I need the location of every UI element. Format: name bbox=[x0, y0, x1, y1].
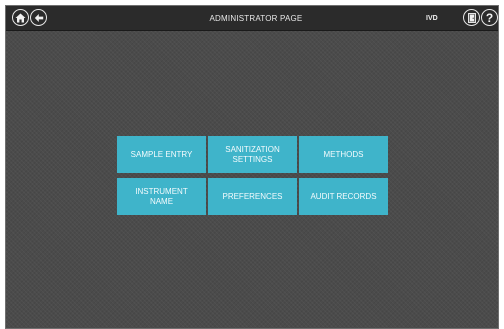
preferences-button[interactable]: PREFERENCES bbox=[208, 178, 297, 215]
home-button[interactable] bbox=[12, 9, 29, 26]
logout-button[interactable] bbox=[463, 9, 480, 26]
audit-records-label: AUDIT RECORDS bbox=[310, 191, 377, 201]
audit-records-button[interactable]: AUDIT RECORDS bbox=[299, 178, 388, 215]
help-button[interactable]: ? bbox=[481, 9, 498, 26]
app-window: ADMINISTRATOR PAGE IVD ? SAMPLE ENTRY SA… bbox=[5, 5, 499, 329]
back-button[interactable] bbox=[30, 9, 47, 26]
methods-button[interactable]: METHODS bbox=[299, 136, 388, 173]
ivd-badge: IVD bbox=[426, 15, 438, 22]
sample-entry-button[interactable]: SAMPLE ENTRY bbox=[117, 136, 206, 173]
door-exit-icon bbox=[467, 12, 476, 23]
sanitization-settings-label: SANITIZATION SETTINGS bbox=[225, 144, 280, 164]
top-bar: ADMINISTRATOR PAGE IVD ? bbox=[6, 6, 498, 31]
sanitization-settings-button[interactable]: SANITIZATION SETTINGS bbox=[208, 136, 297, 173]
methods-label: METHODS bbox=[323, 149, 364, 159]
instrument-name-button[interactable]: INSTRUMENT NAME bbox=[117, 178, 206, 215]
page-title: ADMINISTRATOR PAGE bbox=[209, 14, 303, 23]
preferences-label: PREFERENCES bbox=[222, 191, 283, 201]
help-icon: ? bbox=[485, 10, 494, 25]
back-arrow-icon bbox=[34, 13, 43, 22]
instrument-name-label: INSTRUMENT NAME bbox=[135, 186, 188, 206]
sample-entry-label: SAMPLE ENTRY bbox=[130, 149, 193, 159]
home-icon bbox=[15, 13, 26, 22]
